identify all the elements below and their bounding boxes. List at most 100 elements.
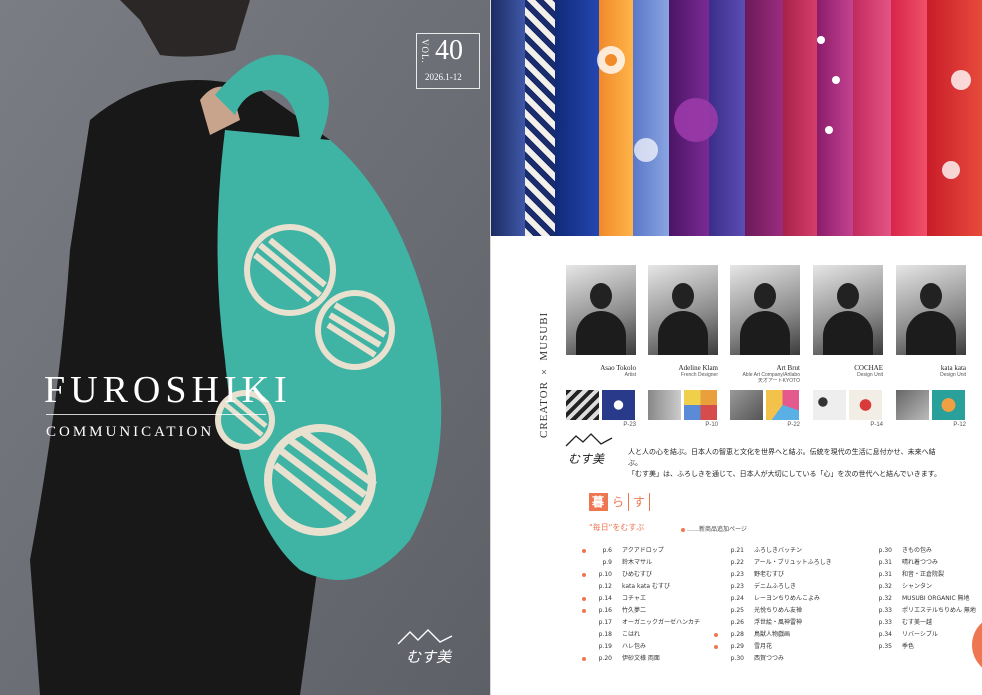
toc-item[interactable]: p.35 季色 xyxy=(862,641,914,650)
toc-page: p.31 xyxy=(878,559,892,566)
product-thumbnails: P-22 xyxy=(730,390,800,428)
new-dot-icon xyxy=(681,527,685,532)
toc-title: 鳥獣人物戯画 xyxy=(754,631,791,638)
toc-title: ふろしきバッチン xyxy=(754,547,803,554)
toc-title: ポリエステルちりめん 無地 xyxy=(902,607,976,614)
creator-role: French Designer xyxy=(681,372,718,378)
toc-page: p.26 xyxy=(730,619,744,626)
product-thumbnails: P-14 xyxy=(813,390,883,428)
toc-item[interactable]: p.24 レーヨンちりめんこよみ xyxy=(714,593,820,602)
new-dot-icon xyxy=(582,608,586,613)
toc-item[interactable]: p.28 鳥獣人物戯画 xyxy=(714,629,790,638)
toc-item[interactable]: p.29 雪月花 xyxy=(714,641,772,650)
toc-item[interactable]: p.19 ハレ包み xyxy=(582,641,646,650)
toc-item[interactable]: p.26 浮世絵・風神雷神 xyxy=(714,617,802,626)
volume-date: 2026.1-12 xyxy=(425,72,462,82)
toc-page: p.14 xyxy=(598,595,612,602)
creator-card: Asao Tokolo Artist xyxy=(566,265,636,378)
toc-page: p.32 xyxy=(878,583,892,590)
toc-page: p.34 xyxy=(878,631,892,638)
toc-item[interactable]: p.22 アール・ブリュットふろしき xyxy=(714,557,832,566)
toc-page: p.18 xyxy=(598,631,612,638)
creator-page: P-12 xyxy=(953,422,966,428)
toc-page: p.23 xyxy=(730,571,744,578)
cover-page: VOL. 40 2026.1-12 FUROSHIKI COMMUNICATIO… xyxy=(0,0,491,695)
creator-card: kata kata Design Unit xyxy=(896,265,966,378)
product-thumbnails: P-12 xyxy=(896,390,966,428)
toc-item[interactable]: p.21 ふろしきバッチン xyxy=(714,545,802,554)
toc-page: p.6 xyxy=(602,547,612,554)
fabric-photo xyxy=(491,0,982,236)
volume-label: VOL. xyxy=(420,39,430,64)
title-divider xyxy=(46,414,266,415)
toc-title: 伊砂文様 両面 xyxy=(622,655,660,662)
product-thumbnails: P-23 xyxy=(566,390,636,428)
toc-title: レーヨンちりめんこよみ xyxy=(754,595,821,602)
mission-line: 「むす美」は、ふろしきを通じて、日本人が大切にしている「心」を次の世代へと結んで… xyxy=(628,470,942,478)
toc-item[interactable]: p.10 ひめむすび xyxy=(582,569,652,578)
toc-title: 雪月花 xyxy=(754,643,773,650)
toc-title: kata kata むすび xyxy=(622,583,670,590)
toc-page: p.29 xyxy=(730,643,744,650)
toc-page: p.17 xyxy=(598,619,612,626)
creator-role: Artist xyxy=(624,372,636,378)
toc-item[interactable]: p.25 光悦ちりめん友禅 xyxy=(714,605,802,614)
cover-title: FUROSHIKI xyxy=(44,369,292,411)
creator-page: P-22 xyxy=(787,422,800,428)
toc-item[interactable]: p.16 竹久夢二 xyxy=(582,605,646,614)
creator-photo xyxy=(813,265,883,355)
toc-title: 和音・正倉院裂 xyxy=(902,571,945,578)
toc-item[interactable]: p.33 ポリエステルちりめん 無地 xyxy=(862,605,976,614)
toc-item[interactable]: p.30 きもの包み xyxy=(862,545,932,554)
toc-item[interactable]: p.30 西賀つつみ xyxy=(714,653,784,662)
brand-mission: 人と人の心を結ぶ。日本人の智恵と文化を世界へと結ぶ。伝統を現代の生活に息付かせ、… xyxy=(628,447,948,480)
new-dot-icon xyxy=(714,632,718,637)
toc-item[interactable]: p.18 こはれ xyxy=(582,629,640,638)
toc-item[interactable]: p.9 鈴木マサル xyxy=(582,557,652,566)
toc-page: p.20 xyxy=(598,655,612,662)
toc-title: コチャエ xyxy=(622,595,646,602)
toc-item[interactable]: p.20 伊砂文様 両面 xyxy=(582,653,660,662)
toc-item[interactable]: p.17 オーガニックガーゼハンカチ xyxy=(582,617,700,626)
toc-page: p.31 xyxy=(878,571,892,578)
toc-title: シャンタン xyxy=(902,583,933,590)
mission-line: 人と人の心を結ぶ。日本人の智恵と文化を世界へと結ぶ。伝統を現代の生活に息付かせ、… xyxy=(628,448,936,467)
mountain-logo-icon xyxy=(397,629,453,645)
toc-item[interactable]: p.23 野老むすび xyxy=(714,569,784,578)
toc-title: ハレ包み xyxy=(622,643,647,650)
toc-item[interactable]: p.14 コチャエ xyxy=(582,593,646,602)
toc-item[interactable]: p.32 シャンタン xyxy=(862,581,932,590)
toc-title: アール・ブリュットふろしき xyxy=(754,559,832,566)
toc-item[interactable]: p.33 むす美一越 xyxy=(862,617,932,626)
toc-title: 光悦ちりめん友禅 xyxy=(754,607,803,614)
section-char: す xyxy=(628,493,649,511)
toc-title: 季色 xyxy=(902,643,915,650)
toc-item[interactable]: p.6 アクアドロップ xyxy=(582,545,664,554)
cover-photo xyxy=(0,0,491,695)
toc-item[interactable]: p.12 kata kata むすび xyxy=(582,581,670,590)
fabric-pattern-overlay xyxy=(597,36,971,179)
section-tagline: "毎日"をむすぶ xyxy=(589,523,645,532)
section-char: 暮 xyxy=(589,493,607,511)
toc-title: MUSUBI ORGANIC 無地 xyxy=(902,595,970,602)
new-page-legend: ……新商品追加ページ xyxy=(681,524,747,533)
toc-item[interactable]: p.23 デニムふろしき xyxy=(714,581,796,590)
volume-badge: VOL. 40 2026.1-12 xyxy=(416,33,480,89)
toc-title: 晴れ着つつみ xyxy=(902,559,939,566)
creator-card: COCHAE Design Unit xyxy=(813,265,883,378)
toc-title: 鈴木マサル xyxy=(622,559,653,566)
toc-item[interactable]: p.31 和音・正倉院裂 xyxy=(862,569,944,578)
creator-name: Adeline Klam xyxy=(678,364,718,372)
creator-name: Asao Tokolo xyxy=(600,364,636,372)
toc-title: アクアドロップ xyxy=(622,547,664,554)
creator-name: kata kata xyxy=(940,364,966,372)
toc-title: きもの包み xyxy=(902,547,933,554)
creator-page: P-23 xyxy=(623,422,636,428)
toc-title: デニムふろしき xyxy=(754,583,797,590)
toc-item[interactable]: p.31 晴れ着つつみ xyxy=(862,557,938,566)
cover-logo: むす美 xyxy=(396,628,456,667)
toc-item[interactable]: p.32 MUSUBI ORGANIC 無地 xyxy=(862,593,970,602)
product-thumbnails: P-10 xyxy=(648,390,718,428)
toc-item[interactable]: p.34 リバーシブル xyxy=(862,629,938,638)
toc-page: p.33 xyxy=(878,619,892,626)
